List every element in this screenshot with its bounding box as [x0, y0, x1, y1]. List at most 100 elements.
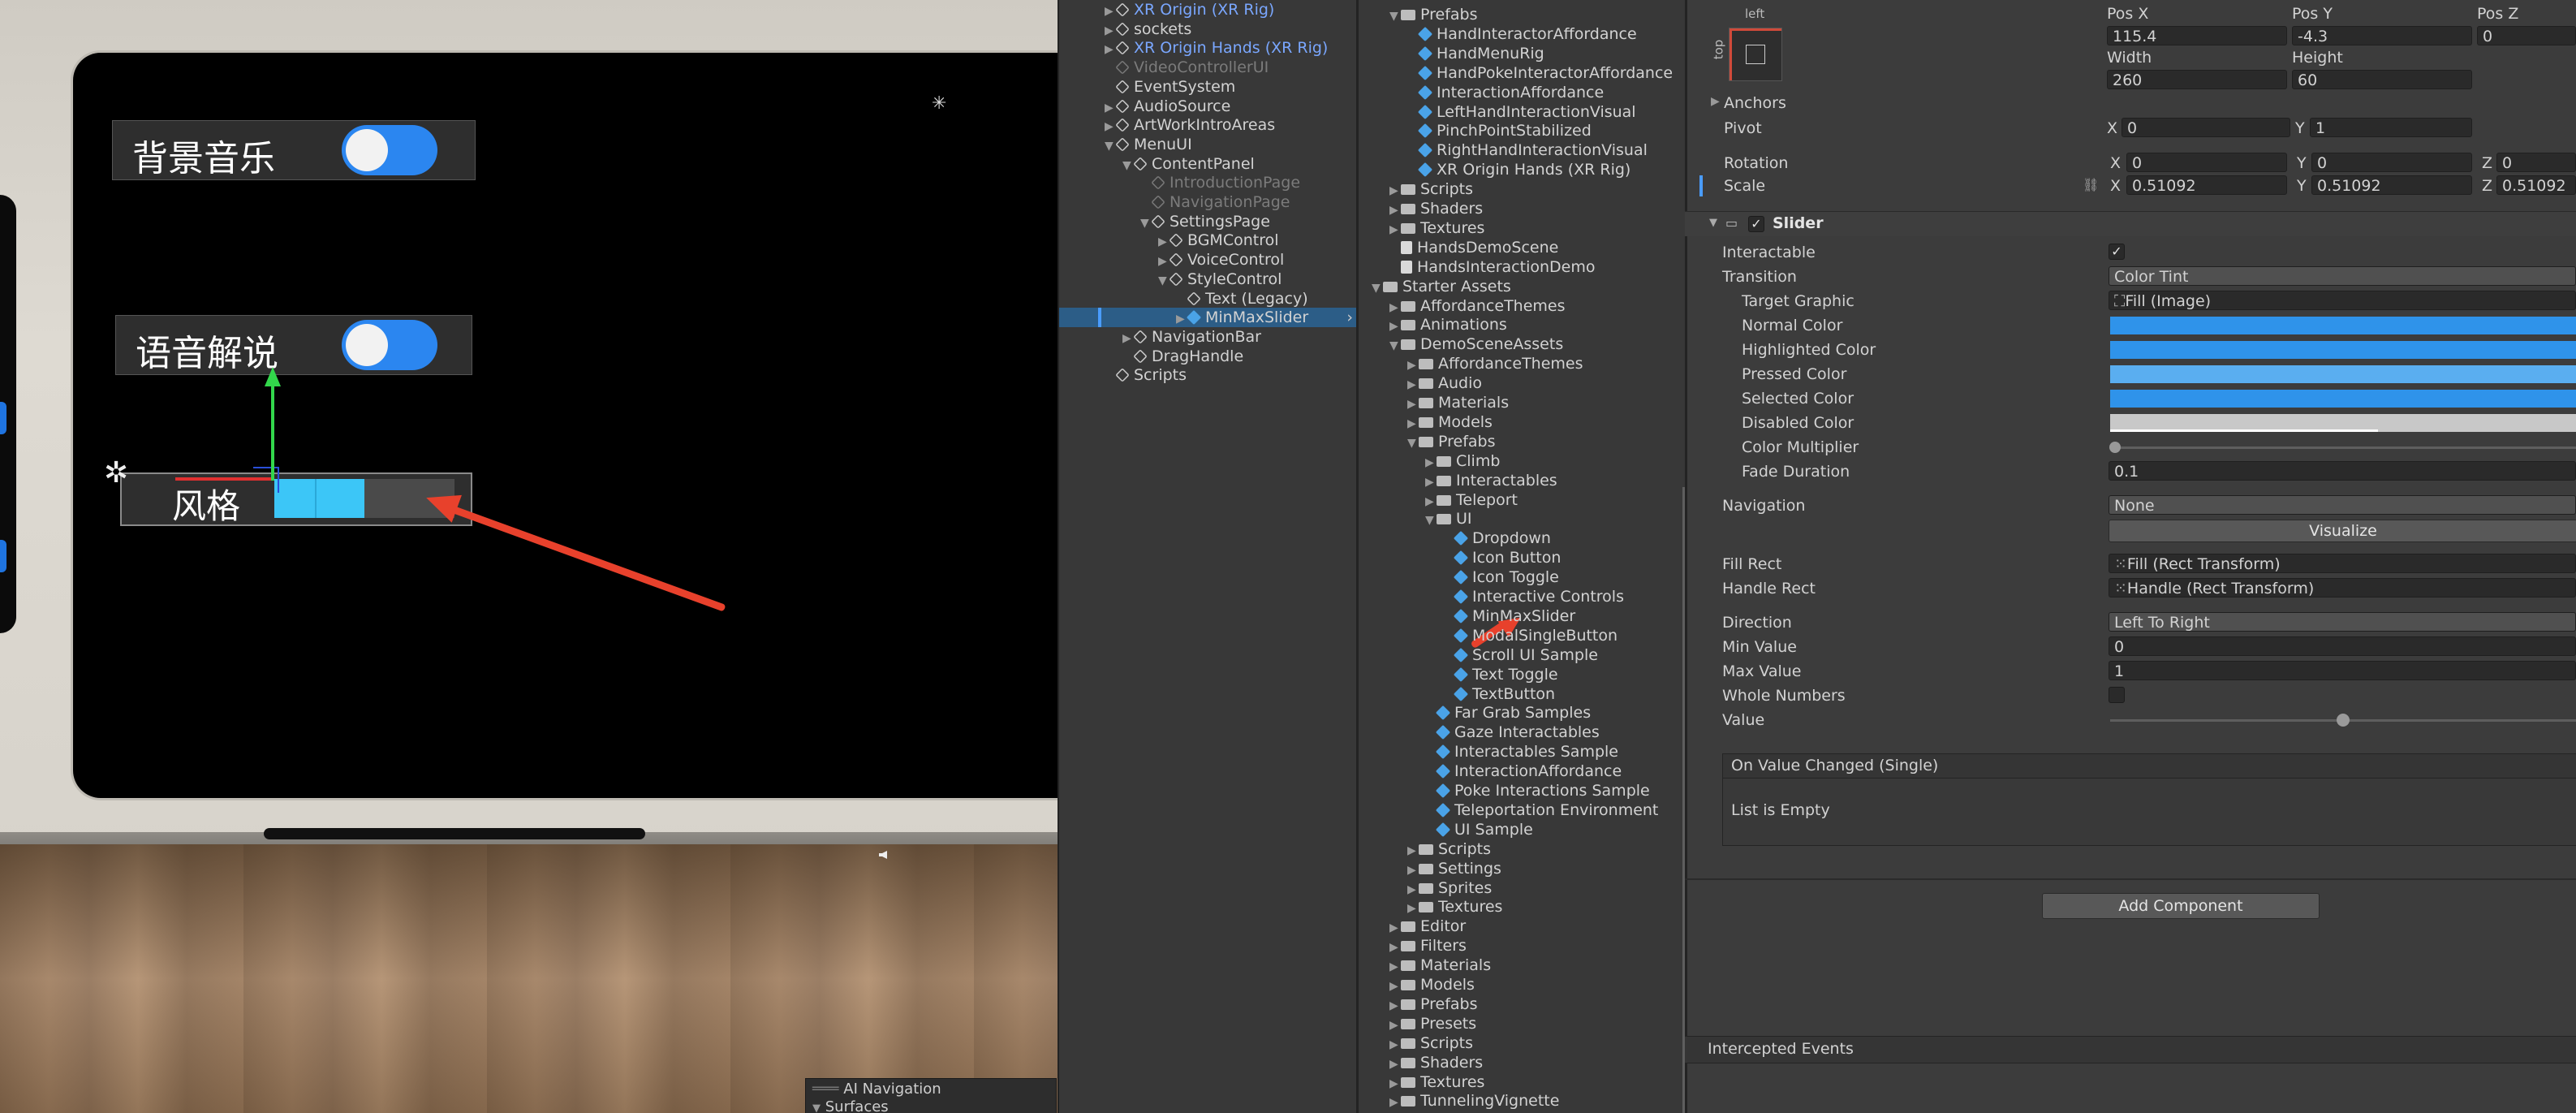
intercepted-events-header[interactable]: Intercepted Events [1685, 1036, 2576, 1063]
project-item[interactable]: Interactive Controls [1359, 587, 1687, 606]
hierarchy-item[interactable]: Scripts [1059, 365, 1358, 385]
rotation-x-field[interactable]: 0 [2126, 153, 2287, 172]
target-graphic-field[interactable]: ⛶Fill (Image) [2109, 291, 2576, 310]
foldout-arrow-icon[interactable]: ▶ [1105, 117, 1116, 136]
foldout-arrow-icon[interactable]: ▶ [1158, 252, 1170, 271]
hierarchy-item[interactable]: ▶ BGMControl [1059, 231, 1358, 250]
hierarchy-item[interactable]: ▶ NavigationBar [1059, 327, 1358, 347]
hierarchy-item[interactable]: Text (Legacy) [1059, 289, 1358, 308]
project-item[interactable]: ▶ AffordanceThemes [1359, 296, 1687, 316]
foldout-arrow-icon[interactable]: ▶ [1389, 996, 1401, 1016]
project-item[interactable]: ▶ Prefabs [1359, 994, 1687, 1014]
gizmo-x-axis[interactable] [175, 477, 271, 481]
project-item[interactable]: HandInteractorAffordance [1359, 24, 1687, 44]
foldout-arrow-icon[interactable]: ▶ [1407, 861, 1419, 880]
project-item[interactable]: RightHandInteractionVisual [1359, 140, 1687, 160]
height-field[interactable]: 60 [2292, 70, 2472, 89]
project-item[interactable]: ▶ Scripts [1359, 839, 1687, 859]
hierarchy-item[interactable]: ▶ VoiceControl [1059, 250, 1358, 270]
hierarchy-item[interactable]: ▶ XR Origin Hands (XR Rig) [1059, 38, 1358, 58]
anchors-label[interactable]: Anchors [1724, 94, 1786, 112]
fill-rect-field[interactable]: ⁙Fill (Rect Transform) [2109, 554, 2576, 573]
project-item[interactable]: PinchPointStabilized [1359, 121, 1687, 140]
project-item[interactable]: ▶ Filters [1359, 936, 1687, 956]
project-item[interactable]: Far Grab Samples [1359, 703, 1687, 723]
foldout-arrow-icon[interactable]: ▶ [1389, 201, 1401, 220]
foldout-arrow-icon[interactable]: ▶ [1407, 880, 1419, 899]
min-value-field[interactable]: 0 [2109, 636, 2576, 656]
project-panel[interactable]: ▼ Prefabs HandInteractorAffordance HandMenu… [1356, 0, 1687, 1113]
foldout-arrow-icon[interactable]: ▶ [1407, 375, 1419, 395]
project-item[interactable]: ▶ Textures [1359, 897, 1687, 917]
project-item[interactable]: ▼ Starter Assets [1359, 277, 1687, 296]
foldout-arrow-icon[interactable]: ▶ [1389, 977, 1401, 996]
foldout-arrow-icon[interactable]: ▶ [1389, 1074, 1401, 1094]
slider-enabled-checkbox[interactable]: ✓ [1748, 216, 1764, 232]
foldout-arrow-icon[interactable]: ▶ [1105, 98, 1116, 118]
hierarchy-item[interactable]: ▼ ContentPanel [1059, 154, 1358, 174]
project-item[interactable]: ▶ Models [1359, 975, 1687, 994]
project-item[interactable]: ▶ Animations [1359, 315, 1687, 334]
project-item[interactable]: ▼ DemoSceneAssets [1359, 334, 1687, 354]
project-item[interactable]: ▶ Materials [1359, 956, 1687, 975]
foldout-arrow-icon[interactable]: ▶ [1122, 329, 1134, 348]
interactable-checkbox[interactable]: ✓ [2109, 244, 2125, 260]
foldout-arrow-icon[interactable]: ▶ [1407, 841, 1419, 861]
value-slider-handle[interactable] [2337, 714, 2350, 727]
foldout-arrow-icon[interactable]: ▼ [1407, 434, 1419, 453]
project-item[interactable]: ▼ Prefabs [1359, 432, 1687, 451]
anchor-preset-button[interactable] [1729, 28, 1782, 81]
project-item[interactable]: ▶ AffordanceThemes [1359, 354, 1687, 373]
project-item[interactable]: LeftHandInteractionVisual [1359, 102, 1687, 122]
foldout-arrow-icon[interactable]: ▶ [1176, 309, 1187, 329]
project-item[interactable]: Scroll UI Sample [1359, 645, 1687, 665]
whole-numbers-checkbox[interactable] [2109, 687, 2125, 703]
chevron-right-icon[interactable]: › [1346, 308, 1353, 327]
foldout-arrow-icon[interactable]: ▶ [1389, 918, 1401, 938]
color-multiplier-handle[interactable] [2109, 442, 2121, 453]
hierarchy-item[interactable]: DragHandle [1059, 347, 1358, 366]
project-item[interactable]: ModalSingleButton [1359, 626, 1687, 645]
foldout-arrow-icon[interactable]: ▶ [1389, 317, 1401, 336]
anchors-foldout-icon[interactable]: ▶ [1711, 95, 1720, 108]
foldout-arrow-icon[interactable]: ▼ [1425, 511, 1437, 530]
hierarchy-item[interactable]: ▶ sockets [1059, 19, 1358, 39]
foldout-arrow-icon[interactable]: ▶ [1389, 298, 1401, 317]
scale-z-field[interactable]: 0.51092 [2496, 175, 2576, 195]
foldout-arrow-icon[interactable]: ▶ [1407, 414, 1419, 434]
project-item[interactable]: TextButton [1359, 684, 1687, 704]
project-item[interactable]: ▶ Shaders [1359, 1053, 1687, 1072]
hierarchy-item[interactable]: ▶ XR Origin (XR Rig) [1059, 0, 1358, 19]
project-item[interactable]: HandsDemoScene [1359, 238, 1687, 257]
rotation-y-field[interactable]: 0 [2311, 153, 2472, 172]
hierarchy-item[interactable]: ▶ ArtWorkIntroAreas [1059, 115, 1358, 135]
project-item[interactable]: ▶ Sprites [1359, 878, 1687, 898]
normal-color-swatch[interactable] [2110, 317, 2576, 334]
visualize-button[interactable]: Visualize [2109, 520, 2576, 542]
foldout-arrow-icon[interactable]: ▶ [1389, 1035, 1401, 1055]
event-list[interactable]: List is Empty [1722, 778, 2576, 846]
surfaces-item[interactable]: ▼ Surfaces [812, 1098, 889, 1113]
foldout-arrow-icon[interactable]: ▶ [1105, 40, 1116, 59]
project-item[interactable]: ▶ Models [1359, 412, 1687, 432]
pos-y-field[interactable]: -4.3 [2292, 26, 2472, 45]
project-item[interactable]: HandPokeInteractorAffordance [1359, 63, 1687, 83]
navigation-dropdown[interactable]: None [2109, 495, 2576, 515]
project-item[interactable]: XR Origin Hands (XR Rig) [1359, 160, 1687, 179]
max-value-field[interactable]: 1 [2109, 661, 2576, 680]
foldout-arrow-icon[interactable]: ▶ [1389, 220, 1401, 239]
project-item[interactable]: ▶ Presets [1359, 1014, 1687, 1033]
ai-navigation-overlay[interactable]: ═══ AI Navigation ▼ Surfaces [805, 1078, 1057, 1113]
hierarchy-item[interactable]: ▶ MinMaxSlider › [1059, 308, 1358, 329]
foldout-arrow-icon[interactable]: ▼ [1140, 214, 1152, 233]
project-item[interactable]: ▶ Scripts [1359, 1033, 1687, 1053]
project-item[interactable]: HandsInteractionDemo [1359, 257, 1687, 277]
project-item[interactable]: MinMaxSlider [1359, 606, 1687, 626]
highlighted-color-swatch[interactable] [2110, 341, 2576, 359]
pos-x-field[interactable]: 115.4 [2107, 26, 2287, 45]
slider-component-header[interactable]: ▼ ▭ ✓ Slider [1685, 211, 2576, 236]
pivot-y-field[interactable]: 1 [2310, 118, 2472, 137]
foldout-arrow-icon[interactable]: ▼ [1709, 217, 1717, 229]
project-item[interactable]: ▶ Teleport [1359, 490, 1687, 510]
add-component-button[interactable]: Add Component [2042, 893, 2320, 919]
